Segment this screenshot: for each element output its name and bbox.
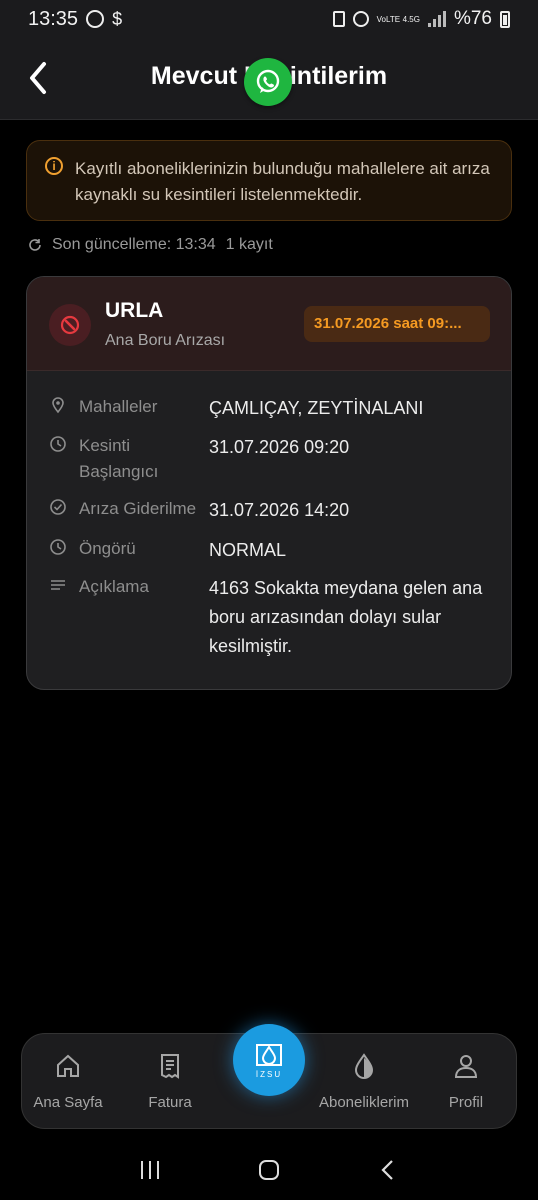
back-chevron-icon	[381, 1160, 394, 1180]
izsu-logo-icon	[256, 1043, 282, 1066]
back-system-button[interactable]	[376, 1158, 400, 1182]
nav-home[interactable]: Ana Sayfa	[22, 1052, 114, 1111]
whatsapp-notification-icon	[86, 10, 105, 28]
info-icon: i	[45, 157, 63, 175]
detail-label: Arıza Giderilme	[79, 499, 197, 518]
whatsapp-icon	[256, 69, 280, 93]
detail-value: 4163 Sokakta meydana gelen ana boru arız…	[209, 578, 483, 656]
description-lines-icon	[51, 580, 65, 590]
record-count: 1 kayıt	[225, 236, 273, 253]
izsu-home-fab[interactable]: İZSU	[233, 1024, 305, 1096]
recent-apps-button[interactable]	[138, 1158, 162, 1182]
nav-profile[interactable]: Profil	[420, 1052, 512, 1111]
home-system-button[interactable]	[257, 1158, 281, 1182]
detail-label: Öngörü	[79, 539, 136, 558]
battery-percent: %76	[453, 8, 492, 29]
signal-icon	[427, 11, 446, 27]
district-name: URLA	[105, 299, 164, 322]
nav-label: Ana Sayfa	[33, 1094, 103, 1111]
fault-icon	[49, 304, 91, 346]
location-pin-icon	[52, 397, 64, 414]
clock-icon	[50, 436, 66, 452]
outage-card[interactable]: URLA Ana Boru Arızası 31.07.2026 saat 09…	[26, 276, 512, 690]
nav-invoice[interactable]: Fatura	[124, 1052, 216, 1111]
fault-type: Ana Boru Arızası	[105, 332, 226, 349]
check-circle-icon	[50, 499, 66, 515]
status-time: 13:35	[28, 7, 79, 30]
date-badge: 31.07.2026 saat 09:...	[304, 306, 490, 342]
refresh-icon[interactable]	[28, 238, 42, 252]
alarm-icon	[352, 11, 369, 27]
battery-icon	[500, 10, 510, 28]
app-header: Mevcut Kesintilerim	[0, 38, 538, 120]
dollar-notification-icon: $	[112, 8, 123, 29]
network-type-icon: 4.5G	[402, 14, 420, 24]
volte-icon: VoLTE	[376, 14, 401, 24]
detail-label: Kesinti Başlangıcı	[79, 436, 159, 481]
info-banner-text: Kayıtlı aboneliklerinizin bulunduğu maha…	[75, 159, 490, 204]
last-update-text: Son güncelleme: 13:34	[52, 236, 216, 253]
nav-label: Profil	[448, 1094, 484, 1111]
detail-value: 31.07.2026 14:20	[209, 500, 350, 520]
home-icon	[57, 1054, 79, 1077]
person-icon	[454, 1055, 478, 1078]
detail-label: Açıklama	[79, 577, 149, 596]
outage-card-header: URLA Ana Boru Arızası 31.07.2026 saat 09…	[27, 277, 511, 371]
izsu-logo-text: İZSU	[255, 1069, 283, 1079]
nav-label: Aboneliklerim	[318, 1094, 410, 1111]
invoice-icon	[161, 1054, 179, 1079]
water-drop-icon	[354, 1053, 374, 1079]
whatsapp-floating-button[interactable]	[244, 58, 292, 106]
system-navigation-bar	[0, 1140, 538, 1200]
nav-subscriptions[interactable]: Aboneliklerim	[318, 1052, 410, 1111]
detail-label: Mahalleler	[79, 397, 158, 416]
clipboard-icon	[332, 11, 345, 27]
detail-value: ÇAMLIÇAY, ZEYTİNALANI	[209, 398, 424, 418]
recent-apps-icon	[140, 1161, 159, 1179]
clock-icon	[50, 539, 66, 555]
update-info: Son güncelleme: 13:34 1 kayıt	[28, 236, 273, 254]
status-bar: 13:35 $ VoLTE 4.5G %76	[0, 0, 538, 38]
nav-label: Fatura	[148, 1094, 192, 1111]
detail-value: 31.07.2026 09:20	[209, 437, 350, 457]
info-banner: i Kayıtlı aboneliklerinizin bulunduğu ma…	[26, 140, 512, 221]
home-circle-icon	[258, 1160, 279, 1180]
detail-value: NORMAL	[209, 540, 287, 560]
